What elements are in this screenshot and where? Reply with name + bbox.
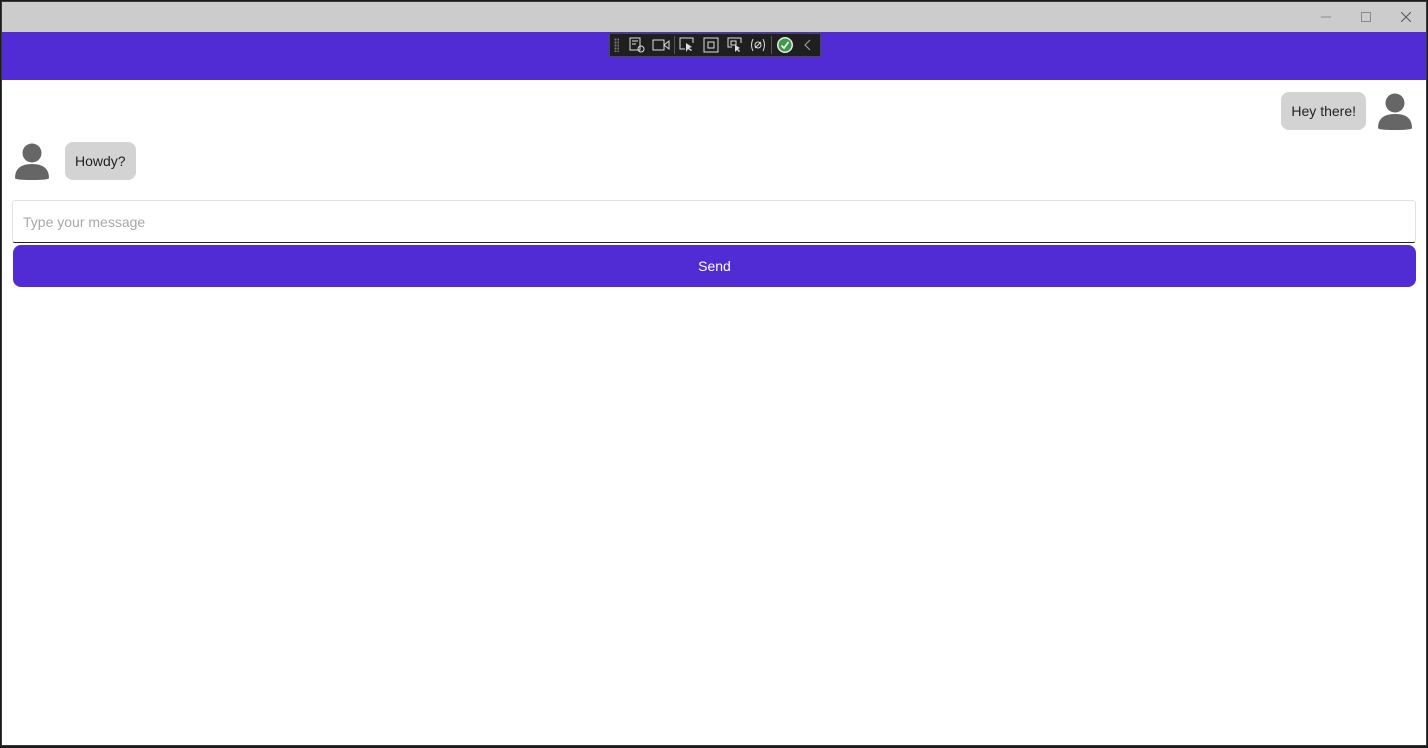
display-layout-adorners-icon bbox=[703, 37, 719, 53]
track-focus-button[interactable] bbox=[723, 34, 747, 56]
hot-reload-status-button[interactable] bbox=[773, 34, 797, 56]
incoming-message: Howdy? bbox=[15, 142, 136, 180]
outgoing-message: Hey there! bbox=[1281, 92, 1412, 130]
minimize-button[interactable] bbox=[1306, 2, 1346, 32]
display-layout-adorners-button[interactable] bbox=[699, 34, 723, 56]
message-bubble: Howdy? bbox=[65, 142, 136, 180]
message-bubble: Hey there! bbox=[1281, 92, 1366, 130]
toolbar-grip-handle[interactable] bbox=[614, 38, 620, 52]
record-icon bbox=[652, 39, 670, 51]
toolbar-separator bbox=[673, 36, 675, 54]
hot-reload-status-icon bbox=[776, 37, 793, 53]
live-visual-tree-button[interactable] bbox=[625, 34, 649, 56]
collapse-chevron-icon bbox=[804, 39, 811, 51]
app-window: Hey there! Howdy? Send bbox=[1, 1, 1427, 746]
track-focus-icon bbox=[727, 37, 742, 52]
record-button[interactable] bbox=[649, 34, 673, 56]
toolbar-separator bbox=[770, 36, 772, 54]
window-controls bbox=[1306, 2, 1426, 32]
message-input[interactable] bbox=[13, 201, 1415, 242]
collapse-toolbar-button[interactable] bbox=[796, 34, 820, 56]
user-avatar-icon bbox=[15, 143, 49, 180]
send-button[interactable]: Send bbox=[13, 245, 1416, 287]
debug-toolbar bbox=[609, 33, 821, 57]
close-button[interactable] bbox=[1386, 2, 1426, 32]
minimize-icon bbox=[1321, 16, 1331, 18]
close-icon bbox=[1401, 12, 1411, 22]
select-element-icon bbox=[679, 37, 694, 52]
binding-failures-icon bbox=[751, 38, 766, 52]
maximize-button[interactable] bbox=[1346, 2, 1386, 32]
navigation-bar bbox=[2, 32, 1426, 80]
select-element-button[interactable] bbox=[676, 34, 700, 56]
binding-failures-button[interactable] bbox=[746, 34, 770, 56]
live-visual-tree-icon bbox=[629, 37, 645, 53]
message-input-container bbox=[12, 200, 1416, 243]
title-bar bbox=[2, 2, 1426, 32]
maximize-icon bbox=[1361, 12, 1371, 22]
user-avatar-icon bbox=[1378, 93, 1412, 130]
